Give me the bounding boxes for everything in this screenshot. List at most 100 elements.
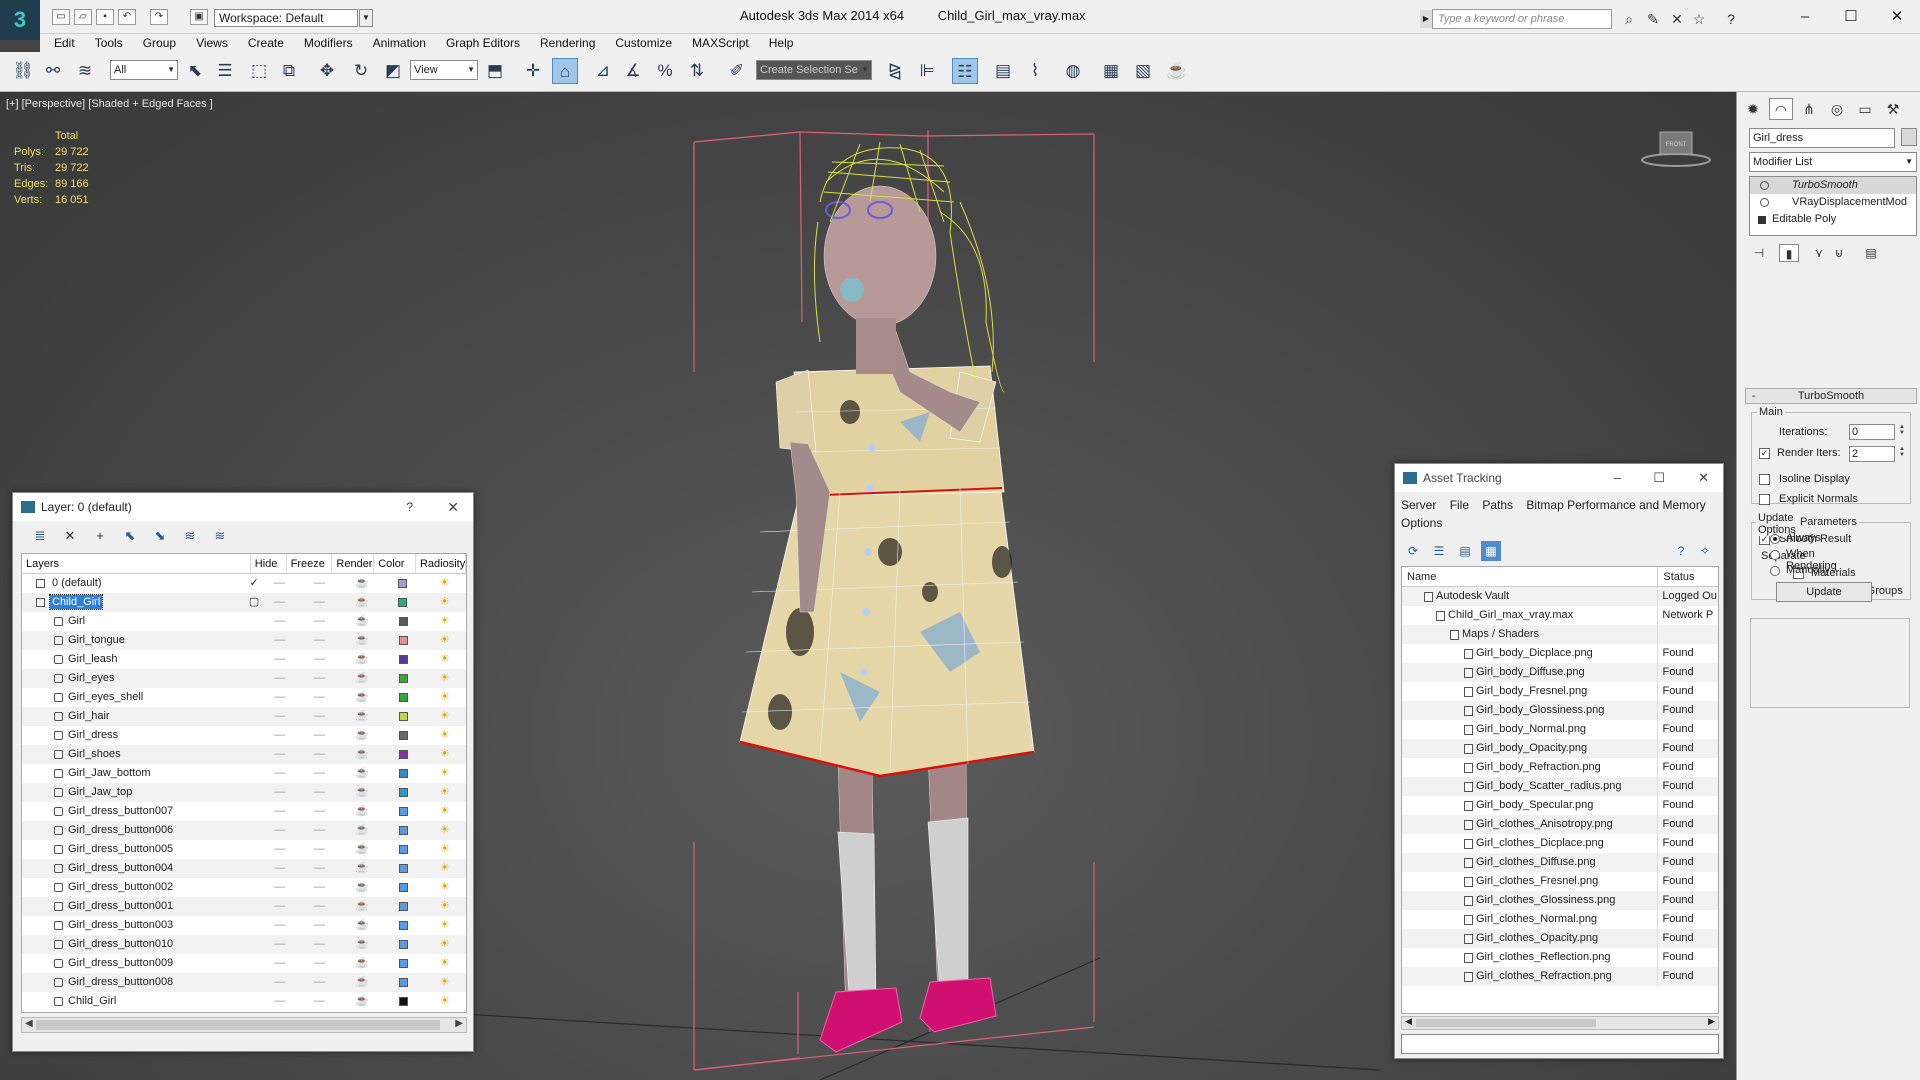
asset-row[interactable]: Girl_clothes_Refraction.png Found <box>1402 967 1718 986</box>
layer-name-cell[interactable]: Girl_dress_button001 <box>22 897 247 916</box>
layer-hide-toggle[interactable]: ― <box>262 954 297 973</box>
minimize-icon[interactable]: – <box>1614 464 1621 492</box>
binoculars-icon[interactable]: ⌕ <box>1620 10 1638 28</box>
asset-name-cell[interactable]: Girl_clothes_Normal.png <box>1402 910 1659 929</box>
asset-row[interactable]: Girl_body_Refraction.png Found <box>1402 758 1718 777</box>
layer-current-marker[interactable]: ▢ <box>246 593 262 612</box>
asset-name-cell[interactable]: Girl_clothes_Glossiness.png <box>1402 891 1659 910</box>
teapot-render-icon[interactable]: ☕ <box>342 821 383 840</box>
layer-hide-toggle[interactable]: ― <box>262 802 297 821</box>
layer-hide-toggle[interactable]: ― <box>262 650 297 669</box>
teapot-render-icon[interactable]: ☕ <box>342 897 383 916</box>
render-teapot-icon[interactable]: ☕ <box>1164 58 1190 84</box>
asset-name-cell[interactable]: Girl_clothes_Opacity.png <box>1402 929 1659 948</box>
asset-row[interactable]: Girl_body_Glossiness.png Found <box>1402 701 1718 720</box>
scroll-thumb[interactable] <box>1416 1019 1596 1027</box>
angle-snap-icon[interactable]: ∡ <box>620 58 646 84</box>
menu-create[interactable]: Create <box>238 34 294 52</box>
layer-row[interactable]: Girl_leash ― ― ☕ ☀ <box>22 650 466 669</box>
curve-editor-icon[interactable]: ⌇ <box>1022 58 1048 84</box>
teapot-render-icon[interactable]: ☕ <box>342 764 383 783</box>
scroll-right-icon[interactable]: ▶ <box>455 1018 463 1029</box>
pin-stack-icon[interactable]: ⊣ <box>1749 244 1769 262</box>
layer-name-cell[interactable]: Child_Girl <box>22 593 246 612</box>
bind-space-warp-icon[interactable]: ≋ <box>72 58 98 84</box>
asset-row[interactable]: Maps / Shaders <box>1402 625 1718 644</box>
layer-current-marker[interactable] <box>247 726 263 745</box>
layer-hide-toggle[interactable]: ― <box>262 764 297 783</box>
layer-color-swatch[interactable] <box>383 783 424 802</box>
object-color-swatch[interactable] <box>1901 128 1917 146</box>
window-crossing-icon[interactable]: ⧉ <box>276 58 302 84</box>
stack-item-editable-poly[interactable]: Editable Poly <box>1750 211 1916 228</box>
menu-customize[interactable]: Customize <box>605 34 682 52</box>
render-iters-spinner[interactable]: 2 <box>1849 446 1906 462</box>
layer-color-swatch[interactable] <box>383 802 424 821</box>
layer-name-cell[interactable]: Girl_leash <box>22 650 247 669</box>
teapot-render-icon[interactable]: ☕ <box>342 973 383 992</box>
radiosity-lamp-icon[interactable]: ☀ <box>423 726 466 745</box>
layer-current-marker[interactable] <box>247 764 263 783</box>
layer-hide-toggle[interactable]: ― <box>262 916 297 935</box>
layer-row[interactable]: Girl_dress_button001 ― ― ☕ ☀ <box>22 897 466 916</box>
layer-hide-toggle[interactable]: ― <box>262 897 297 916</box>
create-tab-icon[interactable]: ✹ <box>1741 98 1765 120</box>
layer-row[interactable]: Girl_Jaw_bottom ― ― ☕ ☀ <box>22 764 466 783</box>
asset-path-field[interactable] <box>1401 1034 1719 1054</box>
radiosity-lamp-icon[interactable]: ☀ <box>423 992 466 1011</box>
layer-current-marker[interactable] <box>247 916 263 935</box>
radiosity-lamp-icon[interactable]: ☀ <box>423 745 466 764</box>
asset-row[interactable]: Girl_body_Specular.png Found <box>1402 796 1718 815</box>
teapot-render-icon[interactable]: ☕ <box>342 612 383 631</box>
layer-name-cell[interactable]: Girl_dress_button007 <box>22 802 247 821</box>
asset-name-cell[interactable]: Girl_body_Dicplace.png <box>1402 644 1659 663</box>
column-header-layers[interactable]: Layers <box>22 554 251 573</box>
radiosity-lamp-icon[interactable]: ☀ <box>423 650 466 669</box>
layer-row[interactable]: Girl_shoes ― ― ☕ ☀ <box>22 745 466 764</box>
asset-row[interactable]: Girl_body_Dicplace.png Found <box>1402 644 1718 663</box>
refresh-icon[interactable]: ⟳ <box>1403 541 1423 561</box>
percent-snap-icon[interactable]: % <box>652 58 678 84</box>
redo-icon[interactable]: ↷ <box>150 9 168 25</box>
layer-hide-toggle[interactable]: ― <box>262 726 297 745</box>
layer-color-swatch[interactable] <box>383 745 424 764</box>
exchange-icon[interactable]: ✕ <box>1668 10 1686 28</box>
asset-menu-options[interactable]: Options <box>1401 516 1442 530</box>
layer-current-marker[interactable] <box>247 821 263 840</box>
layer-name-cell[interactable]: Girl_dress <box>22 726 247 745</box>
layer-freeze-toggle[interactable]: ― <box>297 840 342 859</box>
help-icon[interactable]: ? <box>1671 541 1691 561</box>
highlight-selected-layer-icon[interactable]: ⬊ <box>149 527 171 545</box>
asset-name-cell[interactable]: Girl_body_Refraction.png <box>1402 758 1659 777</box>
save-file-icon[interactable]: ▪ <box>96 9 114 25</box>
project-folder-icon[interactable]: ▣ <box>190 9 208 25</box>
layer-freeze-toggle[interactable]: ― <box>297 859 342 878</box>
layer-row[interactable]: 0 (default) ✓ ― ― ☕ ☀ <box>22 574 466 593</box>
layer-current-marker[interactable]: ✓ <box>246 574 262 593</box>
asset-name-cell[interactable]: Girl_body_Specular.png <box>1402 796 1659 815</box>
scroll-thumb[interactable] <box>36 1020 440 1030</box>
edit-named-selection-icon[interactable]: ✐ <box>724 58 750 84</box>
layer-color-swatch[interactable] <box>383 821 424 840</box>
layer-color-swatch[interactable] <box>383 612 424 631</box>
layer-name-cell[interactable]: Girl_hair <box>22 707 247 726</box>
layer-freeze-toggle[interactable]: ― <box>297 688 342 707</box>
layer-hide-toggle[interactable]: ― <box>262 688 297 707</box>
layer-name-cell[interactable]: Girl <box>22 612 247 631</box>
asset-row[interactable]: Girl_clothes_Dicplace.png Found <box>1402 834 1718 853</box>
scale-icon[interactable]: ◩ <box>380 58 406 84</box>
rotate-icon[interactable]: ↻ <box>348 58 374 84</box>
layer-row[interactable]: Girl_hair ― ― ☕ ☀ <box>22 707 466 726</box>
lightbulb-icon[interactable] <box>1760 181 1769 190</box>
layer-window-titlebar[interactable]: Layer: 0 (default) ? ✕ <box>13 493 473 521</box>
menu-animation[interactable]: Animation <box>363 34 436 52</box>
teapot-render-icon[interactable]: ☕ <box>342 726 383 745</box>
layer-color-swatch[interactable] <box>383 859 424 878</box>
asset-row[interactable]: Girl_clothes_Diffuse.png Found <box>1402 853 1718 872</box>
layer-freeze-toggle[interactable]: ― <box>297 973 342 992</box>
radiosity-lamp-icon[interactable]: ☀ <box>423 840 466 859</box>
asset-name-cell[interactable]: Girl_body_Diffuse.png <box>1402 663 1659 682</box>
asset-name-cell[interactable]: Girl_body_Scatter_radius.png <box>1402 777 1659 796</box>
named-selection-dropdown[interactable]: Create Selection Se <box>756 60 872 80</box>
scroll-left-icon[interactable]: ◀ <box>25 1018 33 1029</box>
